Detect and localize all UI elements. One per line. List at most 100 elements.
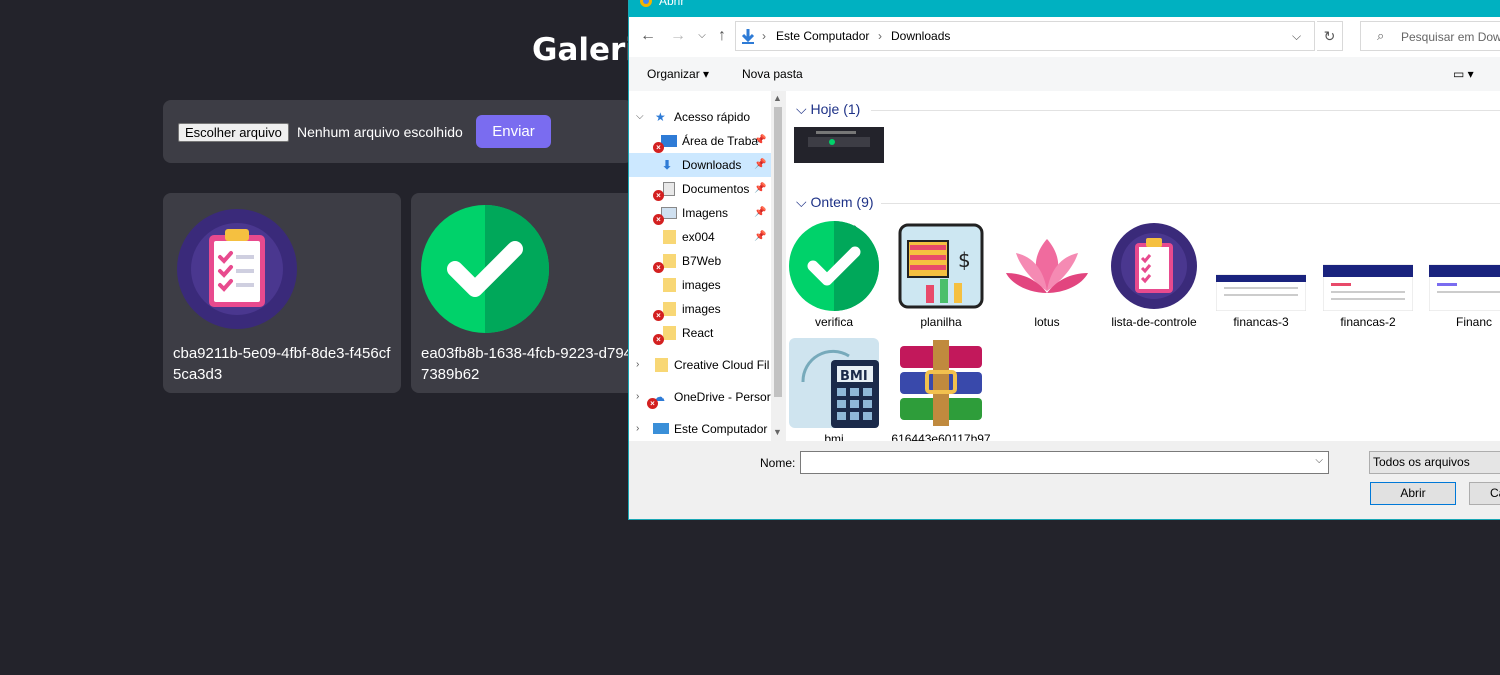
up-arrow-icon[interactable]: ↑	[711, 25, 733, 47]
error-badge-icon: ×	[647, 398, 658, 409]
nav-item-onedrive[interactable]: › ☁ × OneDrive - Persor	[629, 385, 771, 409]
star-icon: ★	[655, 110, 666, 124]
bmi-calculator-icon: BMI	[789, 338, 879, 428]
nav-label: Creative Cloud Fil	[674, 358, 770, 372]
scrollbar-thumb[interactable]	[774, 107, 782, 397]
nav-item-documents[interactable]: × Documentos 📌	[629, 177, 771, 201]
view-options-icon[interactable]: ▭ ▾	[1453, 67, 1474, 81]
send-button[interactable]: Enviar	[476, 115, 551, 148]
file-item[interactable]: lista-de-controle	[1104, 221, 1204, 331]
nav-item-b7web[interactable]: × B7Web	[629, 249, 771, 273]
cancel-button[interactable]: Ca	[1469, 482, 1500, 505]
file-name: 616443e60117b97	[891, 432, 991, 441]
error-badge-icon: ×	[653, 334, 664, 345]
organize-button[interactable]: Organizar ▾	[647, 67, 709, 81]
chevron-down-icon: ⌵	[636, 111, 644, 122]
chevron-down-icon[interactable]: ⌵	[1292, 29, 1301, 44]
file-type-filter[interactable]: Todos os arquivos	[1369, 451, 1500, 474]
open-file-dialog: Abrir ← → ⌵ ↑ › Este Computador › Downlo…	[628, 0, 1500, 520]
group-today-header[interactable]: ⌵ Hoje (1)	[796, 101, 860, 118]
pin-icon: 📌	[754, 159, 767, 170]
group-yesterday-header[interactable]: ⌵ Ontem (9)	[796, 194, 874, 211]
dialog-titlebar[interactable]: Abrir	[629, 0, 1500, 17]
creative-cloud-folder-icon	[655, 358, 668, 372]
chevron-right-icon: ›	[636, 359, 640, 370]
gallery-card[interactable]: cba9211b-5e09-4fbf-8de3-f456cf5ca3d3	[163, 193, 401, 393]
error-badge-icon: ×	[653, 262, 664, 273]
nav-item-react[interactable]: × React	[629, 321, 771, 345]
recent-locations-icon[interactable]: ⌵	[691, 25, 713, 47]
error-badge-icon: ×	[653, 214, 664, 225]
nav-item-images-2[interactable]: × images	[629, 297, 771, 321]
file-item[interactable]: verifica	[786, 221, 884, 331]
breadcrumb-este-computador[interactable]: Este Computador	[776, 29, 869, 43]
chevron-down-icon[interactable]: ⌵	[1315, 455, 1323, 466]
computer-icon	[653, 423, 669, 434]
folder-icon	[663, 326, 676, 340]
financas-screenshot-thumbnail	[1429, 264, 1500, 311]
nav-label: images	[682, 278, 721, 292]
file-item[interactable]: financas-3	[1211, 221, 1311, 331]
folder-icon	[663, 278, 676, 292]
choose-file-button[interactable]: Escolher arquivo	[178, 123, 289, 142]
financas-screenshot-thumbnail	[1216, 274, 1306, 311]
search-input[interactable]: ⌕ Pesquisar em Down	[1360, 21, 1500, 51]
green-check-icon	[789, 221, 879, 311]
nav-label: Imagens	[682, 206, 729, 220]
refresh-icon[interactable]: ↻	[1317, 21, 1343, 51]
nav-item-quick-access[interactable]: ⌵ ★ Acesso rápido	[629, 105, 771, 129]
file-name: lotus	[1034, 315, 1060, 329]
scroll-down-icon[interactable]: ▼	[773, 427, 782, 437]
file-item[interactable]: 616443e60117b97	[891, 338, 991, 441]
nav-scrollbar[interactable]: ▲ ▼	[771, 91, 785, 441]
breadcrumb-downloads[interactable]: Downloads	[891, 29, 950, 43]
navigation-pane: ⌵ ★ Acesso rápido × Área de Traba 📌 ⬇ Do…	[629, 91, 785, 441]
file-item[interactable]: lotus	[997, 221, 1097, 331]
pin-icon: 📌	[754, 135, 767, 146]
green-check-icon	[421, 205, 549, 333]
upload-panel: Escolher arquivo Nenhum arquivo escolhid…	[163, 100, 633, 163]
spreadsheet-icon: $	[898, 223, 984, 309]
nav-item-downloads[interactable]: ⬇ Downloads 📌	[629, 153, 771, 177]
clipboard-checklist-icon	[1111, 223, 1197, 309]
scroll-up-icon[interactable]: ▲	[773, 93, 782, 103]
dialog-toolbar: Organizar ▾ Nova pasta ▭ ▾	[629, 57, 1500, 91]
nav-label: OneDrive - Persor	[674, 390, 771, 404]
document-icon	[663, 182, 675, 196]
gallery-card[interactable]: ea03fb8b-1638-4fcb-9223-d79477389b62	[411, 193, 649, 393]
pin-icon: 📌	[754, 183, 767, 194]
forward-arrow-icon[interactable]: →	[667, 25, 689, 47]
nav-label: B7Web	[682, 254, 722, 268]
file-name: financas-2	[1340, 315, 1396, 329]
file-name: planilha	[920, 315, 962, 329]
chrome-icon	[639, 0, 653, 13]
file-name: bmi	[824, 432, 844, 441]
folder-icon	[663, 302, 676, 316]
dialog-title: Abrir	[659, 0, 685, 8]
file-list: ⌵ Hoje (1) galeria ⌵ Ontem (9) verifica	[786, 91, 1500, 441]
clipboard-checklist-icon	[177, 209, 297, 329]
open-button[interactable]: Abrir	[1370, 482, 1456, 505]
nav-label: ex004	[682, 230, 715, 244]
search-icon: ⌕	[1377, 28, 1385, 43]
nav-item-desktop[interactable]: × Área de Traba 📌	[629, 129, 771, 153]
name-label: Nome:	[760, 456, 796, 470]
file-item[interactable]: BMI bmi	[786, 338, 884, 441]
nav-item-images[interactable]: × Imagens 📌	[629, 201, 771, 225]
nav-label: images	[682, 302, 721, 316]
new-folder-button[interactable]: Nova pasta	[742, 67, 803, 81]
file-item[interactable]: financas-2	[1318, 221, 1418, 331]
file-name-input[interactable]: ⌵	[800, 451, 1329, 474]
nav-item-creative-cloud[interactable]: › Creative Cloud Fil	[629, 353, 771, 377]
back-arrow-icon[interactable]: ←	[637, 25, 659, 47]
file-item[interactable]: $ planilha	[891, 221, 991, 331]
nav-item-this-pc[interactable]: › Este Computador	[629, 417, 771, 441]
nav-item-ex004[interactable]: ex004 📌	[629, 225, 771, 249]
dialog-footer: Nome: ⌵ Todos os arquivos Abrir Ca	[629, 441, 1500, 519]
address-bar[interactable]: › Este Computador › Downloads ⌵	[735, 21, 1315, 51]
nav-item-images-1[interactable]: images	[629, 273, 771, 297]
bmi-label: BMI	[840, 369, 868, 384]
file-item[interactable]: Financ	[1424, 221, 1500, 331]
chevron-right-icon: ›	[762, 29, 766, 43]
downloads-folder-icon	[741, 29, 755, 44]
